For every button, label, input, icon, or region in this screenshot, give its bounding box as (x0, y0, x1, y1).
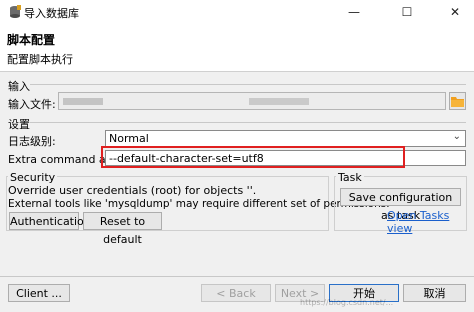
close-button[interactable]: ✕ (438, 0, 472, 24)
watermark: https://blog.csdn.net/... (300, 298, 394, 307)
page-subtitle: 配置脚本执行 (7, 53, 73, 66)
security-text-line2: External tools like 'mysqldump' may requ… (8, 198, 390, 210)
minimize-button[interactable]: — (337, 0, 371, 24)
open-tasks-view-link[interactable]: Open Tasks view (387, 209, 474, 235)
window-title: 导入数据库 (24, 7, 79, 20)
client-button[interactable]: Client ... (8, 284, 70, 302)
maximize-button[interactable]: ☐ (390, 0, 424, 24)
folder-icon (451, 97, 464, 107)
divider (30, 122, 466, 123)
chevron-down-icon: ⌄ (452, 131, 461, 142)
settings-section-label: 设置 (8, 118, 30, 131)
database-app-icon (10, 5, 21, 18)
blurred-path (63, 98, 103, 105)
authentication-button[interactable]: Authentication (9, 212, 91, 230)
input-section-label: 输入 (8, 80, 30, 93)
footer-divider (0, 276, 474, 277)
highlight-box (101, 146, 405, 168)
blurred-path (249, 98, 309, 105)
reset-to-default-button[interactable]: Reset to default (83, 212, 162, 246)
page-title: 脚本配置 (7, 33, 56, 47)
task-label: Task (336, 171, 364, 184)
input-file-field[interactable] (58, 92, 446, 110)
security-label: Security (8, 171, 58, 184)
log-level-label: 日志级别: (8, 135, 56, 148)
divider (30, 84, 466, 85)
input-file-label: 输入文件: (8, 98, 56, 111)
log-level-value: Normal (109, 132, 149, 145)
save-configuration-as-task-button[interactable]: Save configuration as task (340, 188, 461, 222)
browse-button[interactable] (449, 92, 466, 110)
cancel-button[interactable]: 取消 (403, 284, 466, 302)
security-text-line1: Override user credentials (root) for obj… (8, 184, 257, 197)
back-button[interactable]: < Back (201, 284, 271, 302)
log-level-select[interactable]: Normal ⌄ (105, 130, 466, 147)
